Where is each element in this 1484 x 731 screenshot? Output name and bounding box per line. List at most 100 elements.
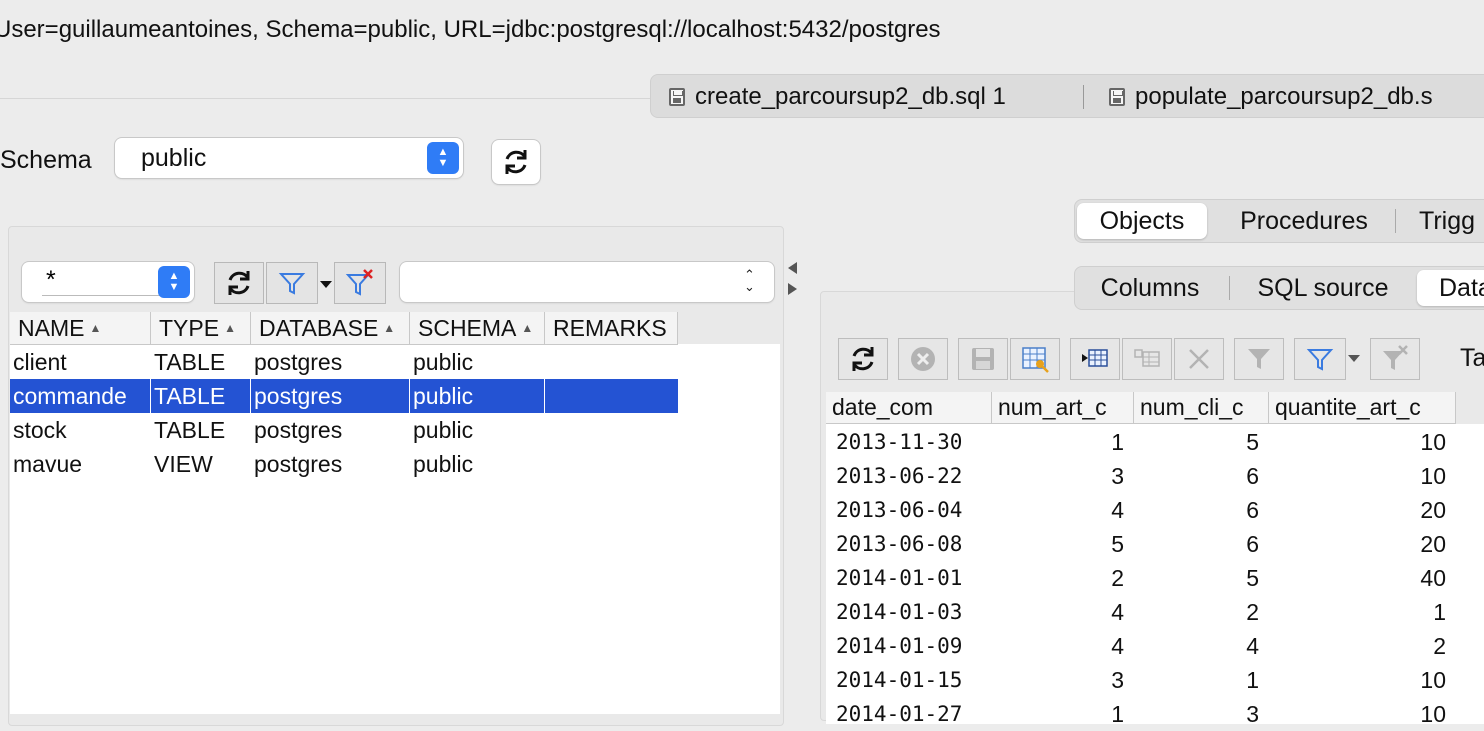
duplicate-row-icon <box>1134 349 1160 367</box>
file-tab-populate[interactable]: populate_parcoursup2_db.s <box>1109 81 1433 113</box>
column-header-remarks[interactable]: REMARKS <box>545 312 678 344</box>
table-row[interactable]: 2013-11-30 1 5 10 <box>826 425 1456 459</box>
object-tabs: Objects Procedures Trigg <box>1074 199 1484 243</box>
filter-button[interactable] <box>266 262 318 304</box>
cell-num-cli-c: 2 <box>1246 598 1259 625</box>
cell-quantite-art-c: 10 <box>1420 428 1446 455</box>
clear-data-filter-button[interactable] <box>1370 338 1420 380</box>
cell-database: postgres <box>254 348 343 375</box>
duplicate-row-button[interactable] <box>1122 338 1172 380</box>
refresh-objects-button[interactable] <box>214 262 264 304</box>
column-header-quantite-art-c[interactable]: quantite_art_c <box>1269 392 1456 424</box>
stop-icon <box>911 347 935 371</box>
cell-num-art-c: 2 <box>1111 564 1124 591</box>
cell-quantite-art-c: 2 <box>1433 632 1446 659</box>
column-filter-button[interactable] <box>1234 338 1284 380</box>
collapse-right-icon[interactable] <box>788 283 797 295</box>
table-row[interactable]: 2014-01-15 3 1 10 <box>826 663 1456 697</box>
tab-columns[interactable]: Columns <box>1077 270 1223 306</box>
cell-schema: public <box>410 379 545 413</box>
connection-info: User=guillaumeantoines, Schema=public, U… <box>0 16 941 43</box>
refresh-schema-button[interactable] <box>492 140 540 184</box>
cell-schema: public <box>413 348 474 375</box>
data-filter-dropdown-arrow-icon[interactable] <box>1348 355 1360 362</box>
filter-dropdown-arrow-icon[interactable] <box>320 281 332 288</box>
tab-triggers[interactable]: Trigg <box>1405 203 1484 239</box>
file-tab-label: create_parcoursup2_db.sql 1 <box>695 83 1006 110</box>
table-row[interactable]: 2013-06-22 3 6 10 <box>826 459 1456 493</box>
cell-num-art-c: 4 <box>1111 598 1124 625</box>
cell-remarks <box>545 413 678 447</box>
cell-database: postgres <box>251 379 410 413</box>
cell-date-com: 2013-06-08 <box>836 532 963 556</box>
column-header-date-com[interactable]: date_com <box>826 392 992 424</box>
column-header-name[interactable]: NAME ▲ <box>10 312 151 344</box>
table-row[interactable]: client TABLE postgres public <box>10 345 678 379</box>
cell-quantite-art-c: 40 <box>1420 564 1446 591</box>
cell-quantite-art-c: 20 <box>1420 496 1446 523</box>
stop-button[interactable] <box>898 338 948 380</box>
tab-procedures[interactable]: Procedures <box>1221 203 1387 239</box>
clear-filter-button[interactable] <box>334 262 386 304</box>
table-keys-button[interactable] <box>1010 338 1060 380</box>
column-header-database[interactable]: DATABASE ▲ <box>251 312 410 344</box>
table-row[interactable]: 2014-01-03 4 2 1 <box>826 595 1456 629</box>
file-tab-bar: create_parcoursup2_db.sql 1 populate_par… <box>650 74 1484 118</box>
refresh-icon <box>852 347 874 371</box>
save-file-icon <box>1109 88 1125 106</box>
cell-quantite-art-c: 10 <box>1420 462 1446 489</box>
table-row[interactable]: 2013-06-04 4 6 20 <box>826 493 1456 527</box>
sort-asc-icon: ▲ <box>521 321 534 335</box>
tab-sql-source[interactable]: SQL source <box>1237 270 1409 306</box>
cell-type: TABLE <box>151 379 251 413</box>
cell-num-cli-c: 5 <box>1246 428 1259 455</box>
cell-schema: public <box>413 416 474 443</box>
tab-objects[interactable]: Objects <box>1077 203 1207 239</box>
refresh-icon <box>505 150 527 174</box>
cell-num-cli-c: 6 <box>1246 462 1259 489</box>
table-row[interactable]: 2014-01-27 1 3 10 <box>826 697 1456 731</box>
cell-name: client <box>13 348 67 375</box>
column-header-type[interactable]: TYPE ▲ <box>151 312 251 344</box>
object-type-combo[interactable]: ⌃ ⌄ <box>400 262 774 302</box>
save-file-icon <box>669 88 685 106</box>
save-icon <box>972 348 994 370</box>
chevron-updown-icon: ▲ ▼ <box>427 142 459 174</box>
cell-quantite-art-c: 20 <box>1420 530 1446 557</box>
file-tab-label: populate_parcoursup2_db.s <box>1135 83 1433 110</box>
objects-table: NAME ▲ TYPE ▲ DATABASE ▲ SCHEMA ▲ REMARKS cl… <box>10 312 678 712</box>
column-header-num-cli-c[interactable]: num_cli_c <box>1134 392 1269 424</box>
toolbar-trailing-label: Ta <box>1460 344 1484 372</box>
collapse-left-icon[interactable] <box>788 262 797 274</box>
filter-icon <box>1306 349 1334 371</box>
objects-table-header: NAME ▲ TYPE ▲ DATABASE ▲ SCHEMA ▲ REMARKS <box>10 312 678 345</box>
file-tab-create[interactable]: create_parcoursup2_db.sql 1 <box>669 81 1006 113</box>
table-row[interactable]: mavue VIEW postgres public <box>10 447 678 481</box>
table-row[interactable]: stock TABLE postgres public <box>10 413 678 447</box>
name-filter-input[interactable] <box>42 266 164 296</box>
cell-date-com: 2013-11-30 <box>836 430 963 454</box>
cell-database: postgres <box>254 450 343 477</box>
name-filter-combo[interactable]: ▲▼ <box>22 262 194 302</box>
table-row[interactable]: 2014-01-01 2 5 40 <box>826 561 1456 595</box>
schema-select[interactable]: public ▲ ▼ <box>115 138 463 178</box>
table-row[interactable]: 2014-01-09 4 4 2 <box>826 629 1456 663</box>
tab-data[interactable]: Data <box>1417 270 1484 306</box>
cell-schema: public <box>413 450 474 477</box>
table-row[interactable]: 2013-06-08 5 6 20 <box>826 527 1456 561</box>
column-header-num-art-c[interactable]: num_art_c <box>992 392 1134 424</box>
funnel-icon <box>1248 349 1270 369</box>
save-data-button[interactable] <box>958 338 1008 380</box>
table-key-icon <box>1022 347 1049 373</box>
insert-row-button[interactable] <box>1070 338 1120 380</box>
cell-quantite-art-c: 10 <box>1420 700 1446 727</box>
chevron-updown-icon: ▲ ▼ <box>158 266 190 298</box>
refresh-data-button[interactable] <box>838 338 888 380</box>
table-row-selected[interactable]: commande TABLE postgres public <box>10 379 678 413</box>
cell-num-cli-c: 4 <box>1246 632 1259 659</box>
delete-row-button[interactable] <box>1174 338 1224 380</box>
chevron-updown-icon: ⌃ ⌄ <box>744 267 755 294</box>
data-filter-button[interactable] <box>1294 338 1346 380</box>
column-header-schema[interactable]: SCHEMA ▲ <box>410 312 545 344</box>
cell-date-com: 2014-01-03 <box>836 600 963 624</box>
